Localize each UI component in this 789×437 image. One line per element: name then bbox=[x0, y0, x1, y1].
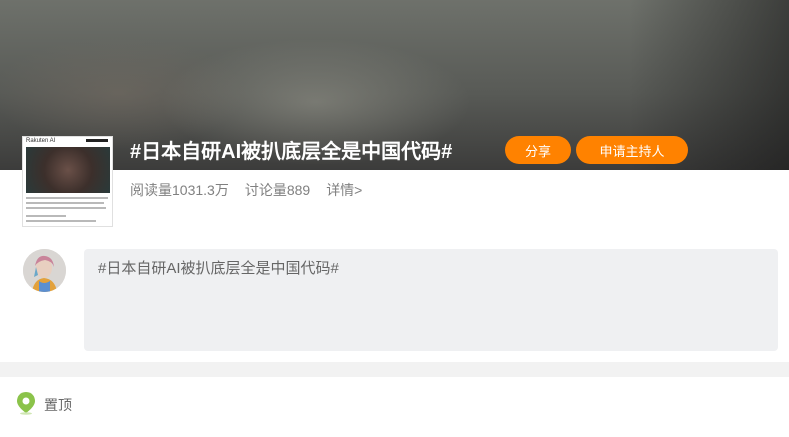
apply-host-button[interactable]: 申请主持人 bbox=[576, 136, 688, 164]
cover-photo bbox=[26, 147, 110, 193]
read-count: 阅读量1031.3万 bbox=[130, 182, 229, 198]
share-button[interactable]: 分享 bbox=[505, 136, 571, 164]
pinned-section bbox=[0, 377, 789, 437]
cover-text-line bbox=[26, 197, 108, 199]
cover-text-line bbox=[26, 202, 104, 204]
avatar-image bbox=[23, 249, 66, 292]
pin-location-icon bbox=[17, 392, 35, 415]
topic-cover-image[interactable]: Rakuten AI bbox=[22, 136, 113, 227]
avatar[interactable] bbox=[23, 249, 66, 292]
topic-title: #日本自研AI被扒底层全是中国代码# bbox=[130, 141, 453, 163]
post-input[interactable]: #日本自研AI被扒底层全是中国代码# bbox=[84, 249, 778, 351]
cover-text-line bbox=[26, 220, 96, 222]
topic-stats: 阅读量1031.3万 讨论量889 详情> bbox=[130, 180, 362, 200]
discussion-count: 讨论量889 bbox=[244, 182, 311, 198]
cover-text-line bbox=[26, 207, 106, 209]
details-link[interactable]: 详情> bbox=[326, 180, 362, 200]
cover-decoration bbox=[86, 139, 108, 142]
cover-brand-text: Rakuten AI bbox=[26, 138, 56, 144]
pinned-label: 置顶 bbox=[44, 397, 72, 413]
cover-text-line bbox=[26, 215, 66, 217]
